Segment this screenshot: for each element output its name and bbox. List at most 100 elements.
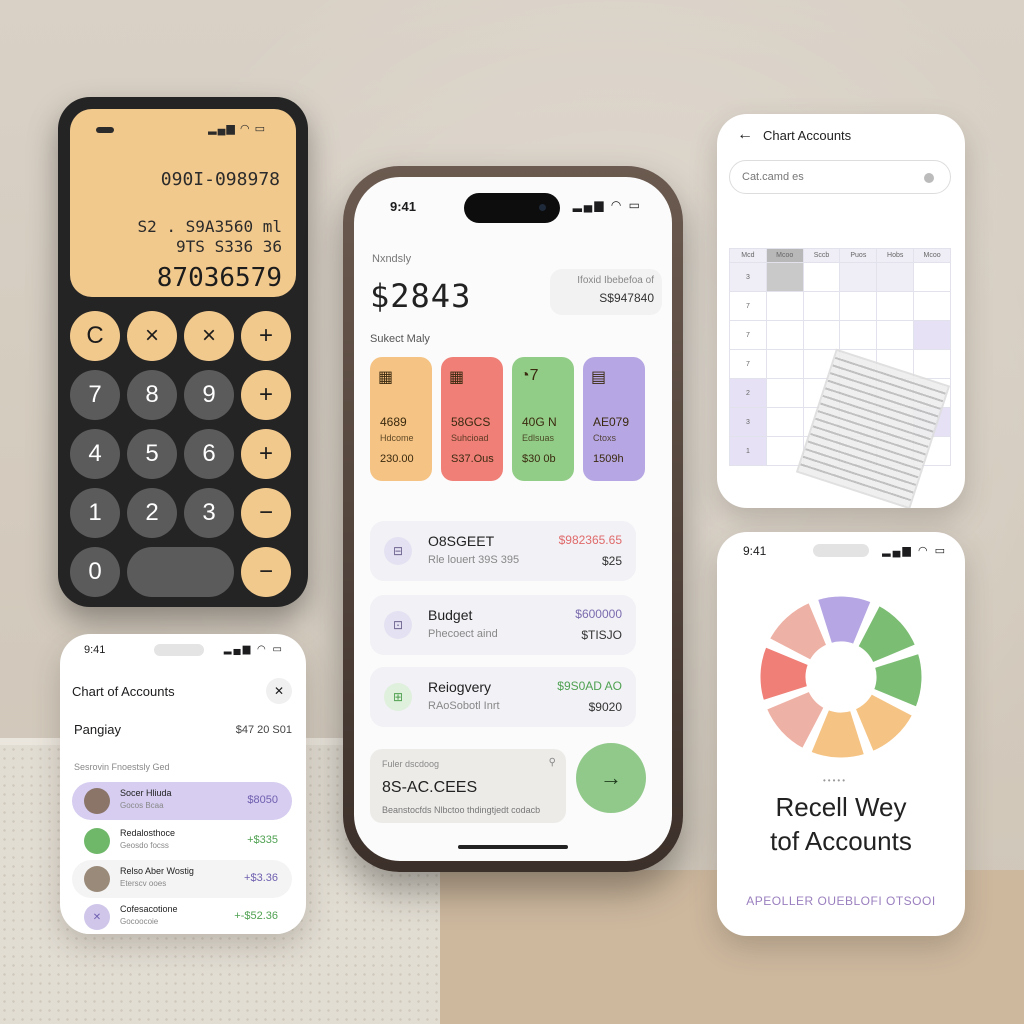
row-value: $TISJO: [581, 628, 622, 642]
row-amount: $600000: [575, 607, 622, 621]
section-label: Sesrovin Fnoestsly Ged: [74, 762, 170, 772]
grid-cell[interactable]: [765, 320, 804, 350]
category-tile[interactable]: ▦ 4689 Hdcome 230.00: [370, 357, 432, 481]
grid-cell[interactable]: [839, 291, 878, 321]
footer-text: APEOLLER OUEBLOFI OTSOOI: [746, 894, 936, 908]
arrow-right-button[interactable]: →: [576, 743, 646, 813]
list-item[interactable]: Socer Hliuda Gocos Bcaa $8050: [72, 782, 292, 820]
tile-amount: 230.00: [380, 453, 414, 465]
category-tile[interactable]: ◔7 40G N Edlsuas $30 0b: [512, 357, 574, 481]
back-arrow-icon[interactable]: ←: [737, 126, 753, 144]
list-item[interactable]: ✕ Cofesacotione Gocoocoie +-$52.36: [72, 898, 292, 934]
grid-cell[interactable]: [765, 436, 804, 466]
key-plus-3[interactable]: +: [241, 429, 291, 479]
donut-card: 9:41 ▂▄▆ ◠ ▭ ••••• Recell Wey tof Accoun…: [717, 532, 965, 936]
item-title: Cofesacotione: [120, 904, 178, 914]
grid-cell[interactable]: 3: [729, 407, 767, 437]
grid-cell[interactable]: [876, 291, 915, 321]
grid-cell[interactable]: 7: [729, 291, 767, 321]
item-sub: Geosdo focss: [120, 841, 169, 850]
grid-cell[interactable]: 7: [729, 320, 767, 350]
key-5[interactable]: 5: [127, 429, 177, 479]
home-indicator: [458, 845, 568, 849]
tile-sub: Edlsuas: [522, 433, 555, 443]
key-4[interactable]: 4: [70, 429, 120, 479]
grid-cell[interactable]: [839, 262, 878, 292]
grid-cell[interactable]: [876, 262, 915, 292]
dynamic-island: [464, 193, 560, 223]
key-minus-2[interactable]: −: [241, 547, 291, 597]
calculator-display: ▂▄▆ ◠ ▭ 090I-098978 S2 . S9A3560 ml 9TS …: [70, 109, 296, 297]
grid-cell[interactable]: 2: [729, 378, 767, 408]
grid-cell[interactable]: [765, 407, 804, 437]
grid-cell[interactable]: 7: [729, 349, 767, 379]
row-title: Reiogvery: [428, 679, 492, 695]
key-3[interactable]: 3: [184, 488, 234, 538]
search-placeholder: Cat.camd es: [742, 171, 804, 183]
key-multiply[interactable]: ×: [127, 311, 177, 361]
toggle-dot[interactable]: [924, 173, 934, 183]
status-icons: ▂▄▆ ◠ ▭: [572, 198, 642, 212]
category-tile[interactable]: ▤ AE079 Ctoxs 1509h: [583, 357, 645, 481]
column-header: Mcoo: [913, 248, 951, 263]
item-value: +$3.36: [244, 872, 278, 884]
avatar: [84, 866, 110, 892]
promo-card[interactable]: Fuler dscdoog ⚲ 8S-AC.CEES Beanstocfds N…: [370, 749, 566, 823]
island-pill: [154, 644, 204, 656]
grid-cell[interactable]: [802, 291, 841, 321]
grid-cell[interactable]: [876, 320, 915, 350]
calc-total: 87036579: [156, 263, 282, 293]
search-input[interactable]: Cat.camd es: [729, 160, 951, 194]
key-2[interactable]: 2: [127, 488, 177, 538]
row-amount: $9S0AD AO: [557, 679, 622, 693]
grid-cell[interactable]: [765, 378, 804, 408]
main-phone: 9:41 ▂▄▆ ◠ ▭ Nxndsly $2843 Ifoxid Ibebef…: [343, 166, 683, 872]
card-title: Chart Accounts: [763, 128, 852, 143]
pin-icon[interactable]: ⚲: [549, 757, 556, 768]
column-header: Puos: [839, 248, 878, 263]
key-1[interactable]: 1: [70, 488, 120, 538]
account-row[interactable]: ⊡ Budget Phecoect aind $600000 $TISJO: [370, 595, 636, 655]
grid-cell[interactable]: [765, 349, 804, 379]
category-tile[interactable]: ▦ 58GCS Suhcioad S37.Ous: [441, 357, 503, 481]
key-minus[interactable]: −: [241, 488, 291, 538]
card-title: Chart of Accounts: [72, 684, 175, 699]
grid-cell[interactable]: [913, 349, 951, 379]
grid-cell[interactable]: [839, 320, 878, 350]
speaker-notch: [96, 127, 114, 133]
tile-sub: Suhcioad: [451, 433, 489, 443]
key-plus[interactable]: +: [241, 311, 291, 361]
grid-cell[interactable]: [913, 262, 951, 292]
grid-cell[interactable]: [913, 291, 951, 321]
key-6[interactable]: 6: [184, 429, 234, 479]
list-item[interactable]: Redalosthoce Geosdo focss +$335: [72, 822, 292, 860]
grid-cell[interactable]: 3: [729, 262, 767, 292]
tile-value: AE079: [593, 415, 630, 429]
account-row[interactable]: ⊟ O8SGEET Rle louert 39S 395 $982365.65 …: [370, 521, 636, 581]
list-item[interactable]: Relso Aber Wostig Eterscv ooes +$3.36: [72, 860, 292, 898]
key-7[interactable]: 7: [70, 370, 120, 420]
key-multiply-2[interactable]: ×: [184, 311, 234, 361]
grid-cell[interactable]: [802, 262, 841, 292]
key-clear[interactable]: C: [70, 311, 120, 361]
grid-cell[interactable]: [802, 320, 841, 350]
summary-chip[interactable]: Ifoxid Ibebefoa of S$947840: [550, 269, 662, 315]
grid-cell[interactable]: [765, 262, 804, 292]
key-8[interactable]: 8: [127, 370, 177, 420]
grid-cell[interactable]: [765, 291, 804, 321]
grid-cell[interactable]: [913, 320, 951, 350]
key-9[interactable]: 9: [184, 370, 234, 420]
promo-sub: Beanstocfds Nlbctoo thdingtjedt codacb: [382, 805, 541, 815]
screen-icon: ⊞: [384, 683, 412, 711]
key-0[interactable]: 0: [70, 547, 120, 597]
item-title: Relso Aber Wostig: [120, 866, 194, 876]
tile-sub: Hdcome: [380, 433, 414, 443]
grid-cell[interactable]: 1: [729, 436, 767, 466]
key-blank-wide[interactable]: [127, 547, 234, 597]
account-row[interactable]: ⊞ Reiogvery RAoSobotl Inrt $9S0AD AO $90…: [370, 667, 636, 727]
item-title: Socer Hliuda: [120, 788, 172, 798]
column-header: Mcoo: [765, 248, 804, 263]
key-plus-2[interactable]: +: [241, 370, 291, 420]
close-icon[interactable]: ✕: [266, 678, 292, 704]
card-icon: ▤: [591, 369, 607, 386]
